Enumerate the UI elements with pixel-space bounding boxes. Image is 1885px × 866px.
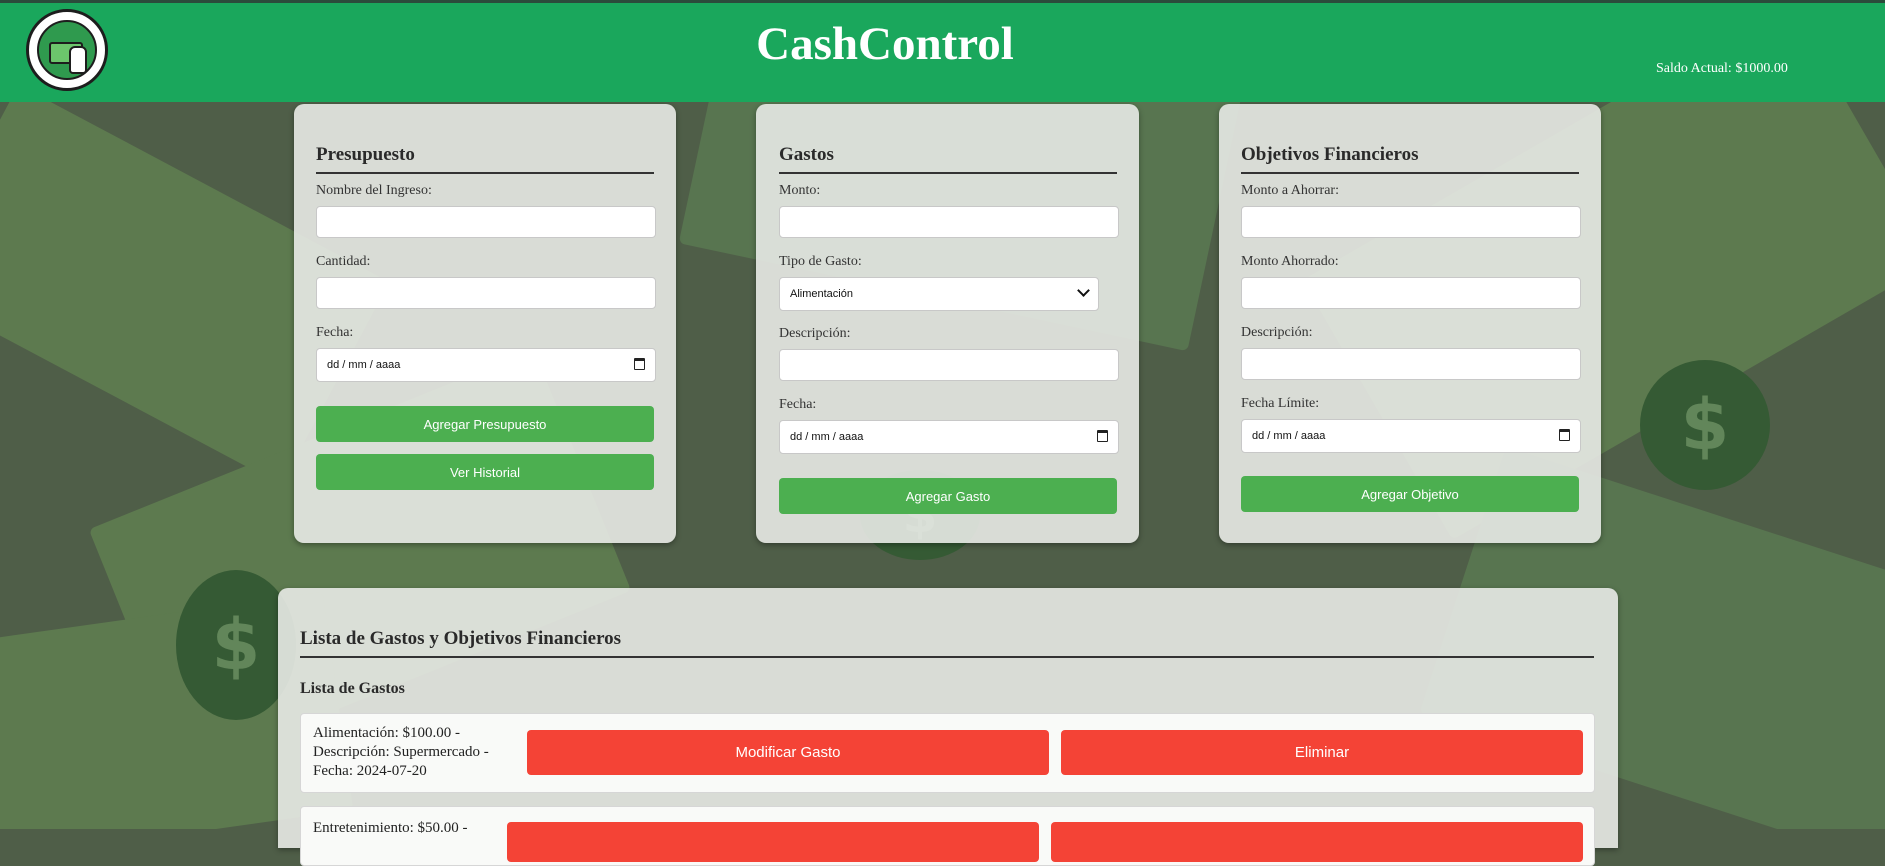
calendar-icon[interactable] xyxy=(634,358,645,370)
expense-description-label: Descripción: xyxy=(779,326,851,341)
app-title: CashControl xyxy=(756,18,1014,70)
expense-amount-label: Monto: xyxy=(779,183,821,198)
income-name-label: Nombre del Ingreso: xyxy=(316,183,432,198)
budget-card: Presupuesto Nombre del Ingreso: Cantidad… xyxy=(294,104,676,543)
budget-title: Presupuesto xyxy=(316,144,654,174)
date-label: Fecha: xyxy=(316,325,354,340)
expense-type-select[interactable]: Alimentación xyxy=(779,277,1099,311)
list-item: Entretenimiento: $50.00 - xyxy=(300,806,1595,866)
expense-amount-input[interactable] xyxy=(779,206,1119,238)
date-placeholder: dd / mm / aaaa xyxy=(790,431,864,443)
deadline-label: Fecha Límite: xyxy=(1241,396,1320,411)
chevron-down-icon xyxy=(1077,284,1090,297)
expenses-title: Gastos xyxy=(779,144,1117,174)
delete-expense-button[interactable] xyxy=(1051,822,1583,862)
goal-description-input[interactable] xyxy=(1241,348,1581,380)
saved-amount-label: Monto Ahorrado: xyxy=(1241,254,1339,269)
expenses-card: Gastos Monto: Tipo de Gasto: Alimentació… xyxy=(756,104,1139,543)
expense-type-label: Tipo de Gasto: xyxy=(779,254,862,269)
amount-label: Cantidad: xyxy=(316,254,371,269)
list-section: Lista de Gastos y Objetivos Financieros … xyxy=(278,588,1618,866)
expense-date-input[interactable]: dd / mm / aaaa xyxy=(779,420,1119,454)
save-target-input[interactable] xyxy=(1241,206,1581,238)
modify-expense-button[interactable] xyxy=(507,822,1039,862)
modify-expense-button[interactable]: Modificar Gasto xyxy=(527,730,1049,775)
current-balance: Saldo Actual: $1000.00 xyxy=(1656,61,1788,76)
calendar-icon[interactable] xyxy=(1097,430,1108,442)
view-history-button[interactable]: Ver Historial xyxy=(316,454,654,490)
calendar-icon[interactable] xyxy=(1559,429,1570,441)
expense-type-value: Alimentación xyxy=(790,288,853,300)
budget-date-input[interactable]: dd / mm / aaaa xyxy=(316,348,656,382)
saved-amount-input[interactable] xyxy=(1241,277,1581,309)
goals-title: Objetivos Financieros xyxy=(1241,144,1579,174)
add-goal-button[interactable]: Agregar Objetivo xyxy=(1241,476,1579,512)
list-item: Alimentación: $100.00 - Descripción: Sup… xyxy=(300,713,1595,793)
goals-card: Objetivos Financieros Monto a Ahorrar: M… xyxy=(1219,104,1601,543)
save-target-label: Monto a Ahorrar: xyxy=(1241,183,1339,198)
goal-description-label: Descripción: xyxy=(1241,325,1313,340)
date-placeholder: dd / mm / aaaa xyxy=(327,359,401,371)
income-name-input[interactable] xyxy=(316,206,656,238)
deadline-date-input[interactable]: dd / mm / aaaa xyxy=(1241,419,1581,453)
add-expense-button[interactable]: Agregar Gasto xyxy=(779,478,1117,514)
delete-expense-button[interactable]: Eliminar xyxy=(1061,730,1583,775)
date-placeholder: dd / mm / aaaa xyxy=(1252,430,1326,442)
list-title: Lista de Gastos y Objetivos Financieros xyxy=(300,628,1594,658)
add-budget-button[interactable]: Agregar Presupuesto xyxy=(316,406,654,442)
amount-input[interactable] xyxy=(316,277,656,309)
expense-description-input[interactable] xyxy=(779,349,1119,381)
expense-item-text: Alimentación: $100.00 - Descripción: Sup… xyxy=(313,725,489,779)
expense-date-label: Fecha: xyxy=(779,397,817,412)
app-header: CashControl Saldo Actual: $1000.00 xyxy=(0,0,1885,102)
expenses-list-subtitle: Lista de Gastos xyxy=(300,680,405,697)
